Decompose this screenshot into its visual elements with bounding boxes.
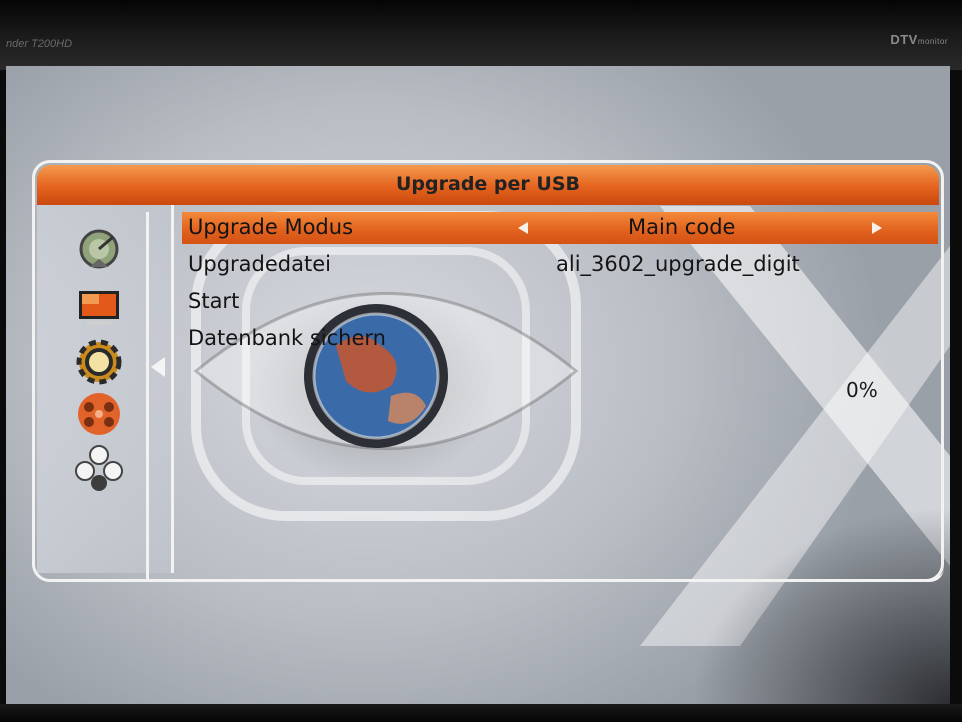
gear-settings-icon[interactable] <box>67 337 131 387</box>
games-icon[interactable] <box>67 443 131 493</box>
upgrade-modus-value: Main code <box>628 215 736 239</box>
menu-row-upgradedatei[interactable]: Upgradedatei ali_3602_upgrade_digit <box>182 249 938 281</box>
tv-brand-logo: DTVmonitor <box>890 32 948 47</box>
upgrade-modus-label: Upgrade Modus <box>188 215 354 239</box>
datenbank-sichern-label: Datenbank sichern <box>188 326 386 350</box>
menu-row-start[interactable]: Start <box>182 286 938 318</box>
upgradedatei-value: ali_3602_upgrade_digit <box>556 252 800 276</box>
menu-row-datenbank-sichern[interactable]: Datenbank sichern <box>182 323 938 355</box>
tv-brand-small: monitor <box>917 37 948 46</box>
tv-picture-icon[interactable] <box>67 285 131 335</box>
satellite-dish-icon[interactable] <box>67 227 131 277</box>
dialog-title: Upgrade per USB <box>396 173 580 195</box>
upgradedatei-label: Upgradedatei <box>188 252 331 276</box>
progress-percent: 0% <box>846 378 878 402</box>
dialog-titlebar: Upgrade per USB <box>37 165 939 205</box>
tv-brand-text: DTV <box>890 32 918 47</box>
start-label: Start <box>188 289 240 313</box>
film-reel-icon[interactable] <box>67 389 131 439</box>
tv-bezel-top: nder T200HD DTVmonitor <box>0 0 962 70</box>
tv-model-label: nder T200HD <box>6 38 73 50</box>
tv-bezel-bottom <box>0 704 962 722</box>
arrow-left-icon[interactable] <box>518 222 528 234</box>
menu-row-upgrade-modus[interactable]: Upgrade Modus Main code <box>182 212 938 244</box>
arrow-right-icon[interactable] <box>872 222 882 234</box>
